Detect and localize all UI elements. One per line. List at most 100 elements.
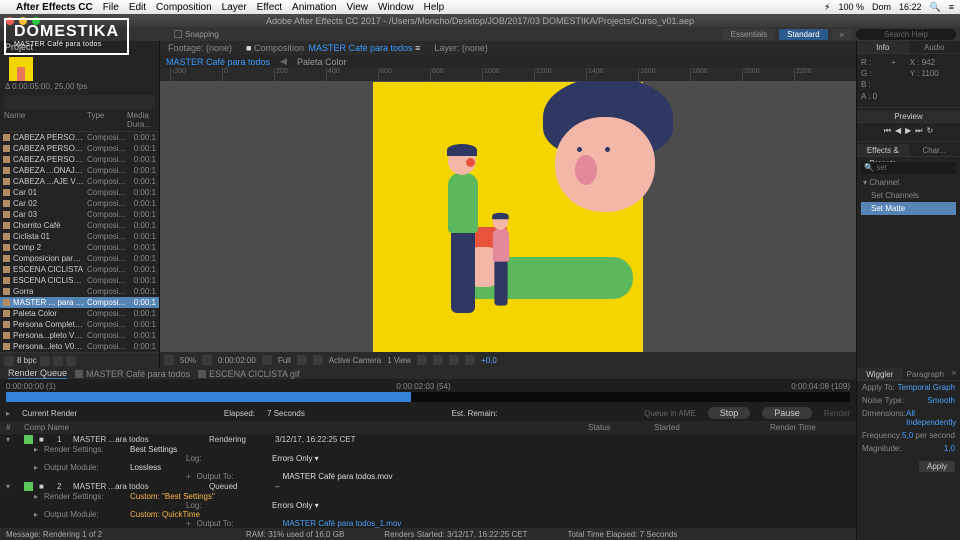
project-item[interactable]: Persona Completo V01Composi...0:00:1 [0,319,159,330]
render-checkbox[interactable] [24,482,33,491]
snapshot-icon[interactable] [262,355,272,365]
exposure-value[interactable]: +0,0 [481,356,497,365]
workspace-standard[interactable]: Standard [779,29,827,40]
project-list[interactable]: CABEZA PERSONAJE BiciComposi...0:00:1CAB… [0,132,159,352]
workspace-more[interactable]: » [832,29,852,40]
log-dropdown[interactable]: Errors Only ▾ [272,501,319,510]
project-item[interactable]: Composicion para LoopComposi...0:00:1 [0,253,159,264]
col-name[interactable]: Name [4,111,87,129]
render-settings-link[interactable]: Custom: "Best Settings" [130,492,215,501]
output-to-link[interactable]: MASTER Café para todos.mov [283,472,393,481]
project-item[interactable]: Persona...leto V01 RIG 2Composi...0:00:1 [0,341,159,352]
project-item[interactable]: MASTER ... para todosComposi...0:00:1 [0,297,159,308]
project-item[interactable]: Car 03Composi...0:00:1 [0,209,159,220]
menu-composition[interactable]: Composition [156,2,212,13]
log-dropdown[interactable]: Errors Only ▾ [272,454,319,463]
resolution-dropdown[interactable]: Full [278,356,291,365]
project-item[interactable]: CABEZA ...AJE V01B RIGComposi...0:00:1 [0,176,159,187]
project-item[interactable]: CABEZA PERSONAJE V01Composi...0:00:1 [0,154,159,165]
prev-frame-icon[interactable]: ◀ [895,126,901,136]
grid-icon[interactable] [202,355,212,365]
bpc-button[interactable]: 8 bpc [17,356,37,365]
effect-set-channels[interactable]: Set Channels [861,189,956,202]
first-frame-icon[interactable]: ⏮ [884,126,891,136]
view-layout-dropdown[interactable]: 1 View [387,356,411,365]
wiggler-apply-button[interactable]: Apply [919,461,955,472]
project-item[interactable]: Ciclista 01Composi...0:00:1 [0,231,159,242]
project-search-input[interactable] [4,95,155,109]
tab-effects[interactable]: Effects & Presets [857,144,909,156]
render-item[interactable]: ▾■1MASTER ...ara todosRendering3/12/17, … [6,434,850,445]
output-module-link[interactable]: Custom: QuickTime [130,510,200,519]
menu-view[interactable]: View [347,2,369,13]
tab-paragraph[interactable]: Paragraph [903,368,949,380]
new-comp-icon[interactable] [53,356,63,366]
play-icon[interactable]: ▶ [905,126,911,136]
wiggler-value[interactable]: 5,0 per second [902,431,955,440]
timeline-icon[interactable] [449,355,459,365]
tab-timeline-2[interactable]: ESCENA CICLISTA gif [198,369,299,379]
menu-animation[interactable]: Animation [292,2,336,13]
wiggler-value[interactable]: Temporal Graph [898,383,955,392]
menu-edit[interactable]: Edit [129,2,146,13]
roi-icon[interactable] [297,355,307,365]
project-item[interactable]: Chorrito CaféComposi...0:00:1 [0,220,159,231]
app-menu[interactable]: After Effects CC [16,2,93,13]
crumb-2[interactable]: Paleta Color [297,57,347,67]
project-item[interactable]: ESCENA CICLISTA gifComposi...0:00:1 [0,275,159,286]
tab-composition[interactable]: ■ Composition MASTER Café para todos ≡ [242,42,424,54]
pause-button[interactable]: Pause [762,407,812,419]
col-type[interactable]: Type [87,111,127,129]
workspace-essentials[interactable]: Essentials [723,29,775,40]
tab-wiggler[interactable]: Wiggler [857,368,903,380]
tab-audio[interactable]: Audio [909,41,960,53]
render-checkbox[interactable] [24,435,33,444]
menu-file[interactable]: File [103,2,119,13]
interpret-icon[interactable] [4,356,14,366]
tab-footage[interactable]: Footage: (none) [164,42,236,54]
project-item[interactable]: CABEZA PERSONAJE CaféComposi...0:00:1 [0,143,159,154]
fast-preview-icon[interactable] [433,355,443,365]
magnify-icon[interactable] [164,355,174,365]
project-item[interactable]: Car 01Composi...0:00:1 [0,187,159,198]
wiggler-value[interactable]: 1,0 [944,444,955,453]
loop-icon[interactable]: ↻ [927,126,934,136]
flowchart-icon[interactable] [465,355,475,365]
trash-icon[interactable] [66,356,76,366]
search-help-input[interactable]: Search Help [856,29,956,40]
spotlight-icon[interactable]: 🔍 [930,2,941,13]
tab-preview[interactable]: Preview [857,110,960,122]
wiggler-value[interactable]: Smooth [927,396,955,405]
menu-layer[interactable]: Layer [222,2,247,13]
snapping-checkbox[interactable] [174,30,182,38]
new-folder-icon[interactable] [40,356,50,366]
output-to-link[interactable]: MASTER Café para todos_1.mov [283,519,402,528]
render-item[interactable]: ▾■2MASTER ...ara todosQueued– [6,481,850,492]
menu-effect[interactable]: Effect [257,2,282,13]
project-item[interactable]: CABEZA ...ONAJE V01BComposi...0:00:1 [0,165,159,176]
camera-dropdown[interactable]: Active Camera [329,356,381,365]
project-item[interactable]: ESCENA CICLISTAComposi...0:00:1 [0,264,159,275]
next-frame-icon[interactable]: ⏭ [915,126,922,136]
crumb-1[interactable]: MASTER Café para todos [166,57,270,67]
project-item[interactable]: CABEZA PERSONAJE BiciComposi...0:00:1 [0,132,159,143]
tab-layer[interactable]: Layer: (none) [430,42,492,54]
menu-window[interactable]: Window [378,2,414,13]
project-item[interactable]: GorraComposi...0:00:1 [0,286,159,297]
tab-character[interactable]: Char... [909,144,960,156]
project-item[interactable]: Paleta ColorComposi...0:00:1 [0,308,159,319]
stop-button[interactable]: Stop [708,407,751,419]
menu-help[interactable]: Help [424,2,445,13]
tab-render-queue[interactable]: Render Queue [8,368,67,379]
project-item[interactable]: Comp 2Composi...0:00:1 [0,242,159,253]
effects-category[interactable]: Channel [861,176,956,189]
effects-search-input[interactable]: 🔍 set [861,162,956,174]
pixel-aspect-icon[interactable] [417,355,427,365]
composition-viewer[interactable] [160,81,856,352]
output-module-link[interactable]: Lossless [130,463,161,472]
tab-info[interactable]: Info [857,41,909,53]
current-time[interactable]: 0:00:02:00 [218,356,256,365]
transparency-icon[interactable] [313,355,323,365]
render-settings-link[interactable]: Best Settings [130,445,177,454]
project-item[interactable]: Persona...pleto V01 RIGComposi...0:00:1 [0,330,159,341]
